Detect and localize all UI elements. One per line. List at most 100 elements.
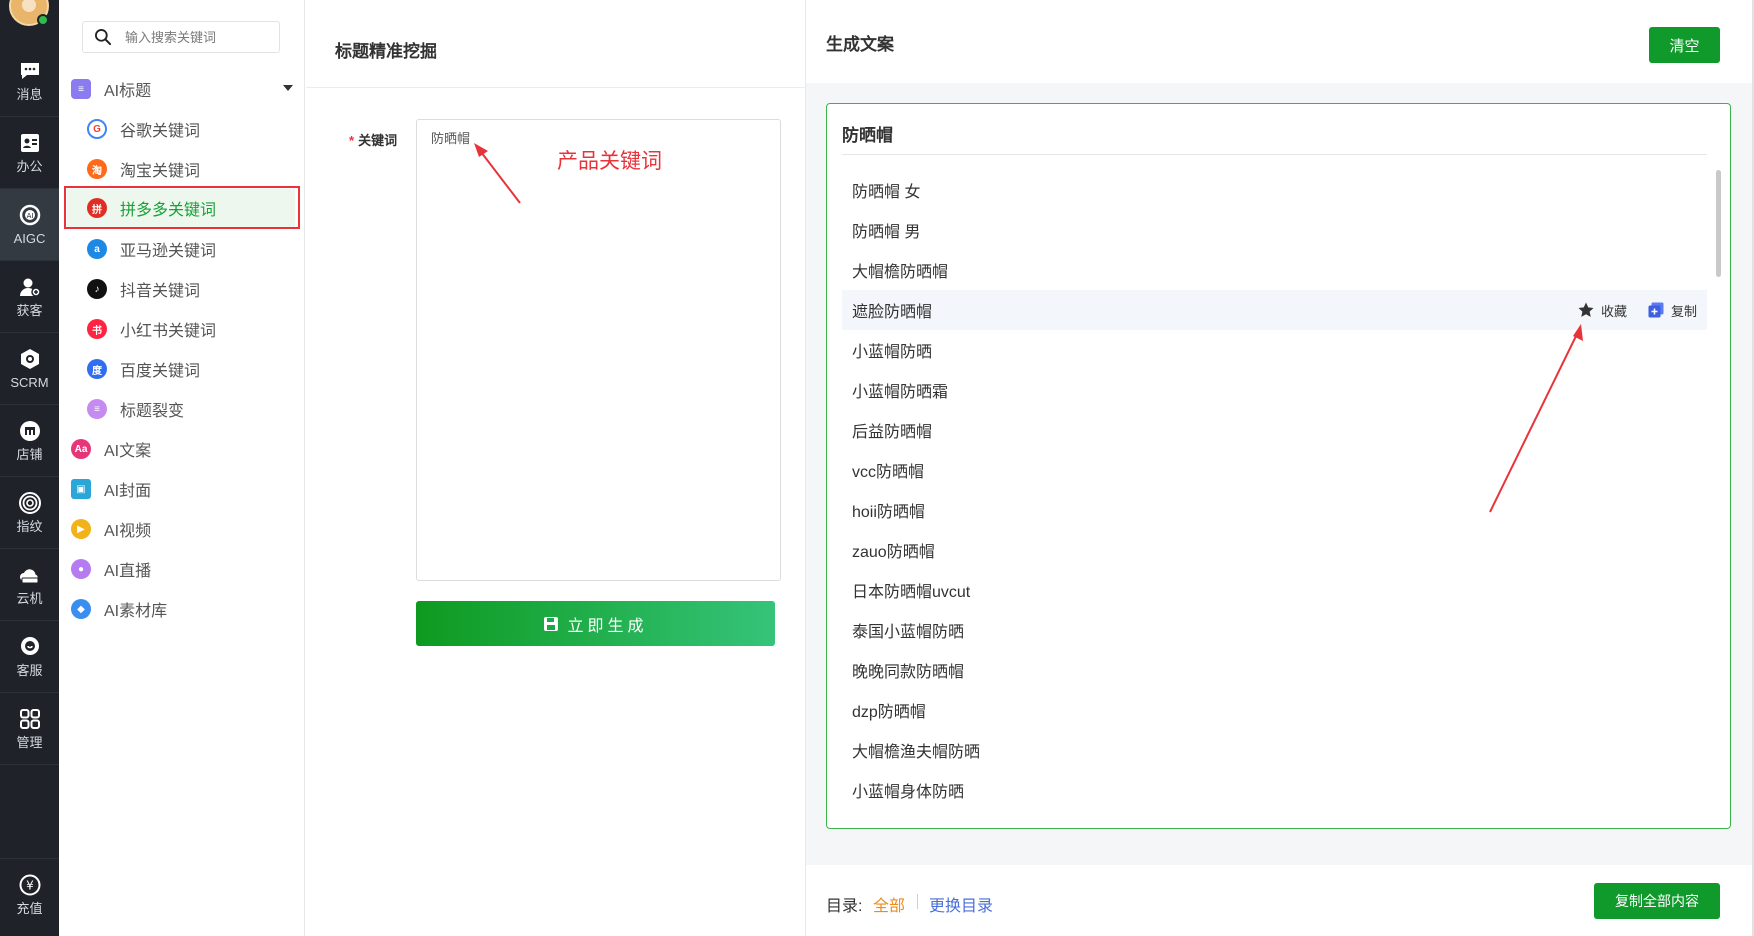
scrm-icon bbox=[20, 349, 39, 369]
result-row[interactable]: 遮脸防晒帽 收藏 复制 bbox=[842, 290, 1707, 330]
result-text: ... bbox=[852, 821, 865, 822]
rail-item-shop[interactable]: 店铺 bbox=[0, 405, 59, 477]
result-row[interactable]: 防晒帽 男 bbox=[842, 210, 1707, 250]
favorite-label: 收藏 bbox=[1600, 303, 1627, 319]
menu-taobao-keywords[interactable]: 淘 淘宝关键词 bbox=[59, 150, 305, 188]
rail-label: 办公 bbox=[16, 159, 43, 174]
result-row[interactable]: 泰国小蓝帽防晒 bbox=[842, 610, 1707, 650]
rail-label: SCRM bbox=[10, 375, 49, 390]
result-text: 遮脸防晒帽 bbox=[852, 304, 933, 321]
result-row[interactable]: ... bbox=[842, 810, 1707, 822]
result-text: 小蓝帽身体防晒 bbox=[852, 784, 965, 801]
menu-ai-live[interactable]: ● AI直播 bbox=[59, 550, 871, 588]
menu-google-keywords[interactable]: G 谷歌关键词 bbox=[59, 110, 305, 148]
result-row[interactable]: 日本防晒帽uvcut bbox=[842, 570, 1707, 610]
menu-xiaohongshu-keywords[interactable]: 书 小红书关键词 bbox=[59, 310, 305, 348]
keyword-mining-panel: 标题精准挖掘 * 关键词 防晒帽 立即生成 bbox=[306, 0, 806, 936]
rail-item-message[interactable]: 消息 bbox=[0, 45, 59, 117]
scrollbar[interactable] bbox=[1716, 170, 1721, 277]
copy-icon bbox=[1648, 302, 1664, 318]
rail-label: 获客 bbox=[16, 303, 43, 318]
menu-ai-title[interactable]: ≡ AI标题 bbox=[59, 70, 305, 108]
rail-item-acquire[interactable]: 获客 bbox=[0, 261, 59, 333]
copy-label: 复制 bbox=[1670, 303, 1697, 319]
copy-button[interactable]: 复制 bbox=[1647, 301, 1697, 320]
menu-label: AI文案 bbox=[104, 443, 152, 460]
card-divider bbox=[842, 154, 1707, 155]
chevron-down-icon bbox=[283, 85, 293, 91]
rail-item-scrm[interactable]: SCRM bbox=[0, 333, 59, 405]
menu-ai-video[interactable]: ▶ AI视频 bbox=[59, 510, 871, 548]
result-card: 防晒帽 防晒帽 女防晒帽 男大帽檐防晒帽 遮脸防晒帽 收藏 复制 小蓝帽防晒 小蓝帽防晒霜… bbox=[826, 103, 1731, 829]
rail-label: 云机 bbox=[16, 591, 43, 606]
rail-item-aigc[interactable]: AI AIGC bbox=[0, 189, 59, 261]
result-text: zauo防晒帽 bbox=[852, 544, 935, 561]
annotation-highlight-box bbox=[64, 186, 300, 229]
row-actions: 收藏 复制 bbox=[1557, 290, 1697, 330]
search-box[interactable] bbox=[82, 21, 280, 53]
svg-text:AI: AI bbox=[26, 212, 33, 220]
recharge-icon: ¥ bbox=[19, 874, 40, 896]
menu-baidu-keywords[interactable]: 度 百度关键词 bbox=[59, 350, 305, 388]
menu-ai-material[interactable]: ◆ AI素材库 bbox=[59, 590, 871, 628]
rail-label: AIGC bbox=[13, 231, 46, 246]
clear-button[interactable]: 清空 bbox=[1649, 27, 1720, 63]
result-text: 小蓝帽防晒霜 bbox=[852, 384, 949, 401]
directory-all-link[interactable]: 全部 bbox=[873, 892, 905, 916]
rail-item-manage[interactable]: 管理 bbox=[0, 693, 59, 765]
result-text: 防晒帽 女 bbox=[852, 184, 921, 201]
result-row[interactable]: vcc防晒帽 bbox=[842, 450, 1707, 490]
generate-label: 立即生成 bbox=[567, 617, 648, 635]
separator bbox=[917, 894, 918, 909]
xiaohongshu-icon: 书 bbox=[87, 319, 107, 339]
menu-ai-cover[interactable]: ▣ AI封面 bbox=[59, 470, 871, 508]
result-row[interactable]: 小蓝帽身体防晒 bbox=[842, 770, 1707, 810]
change-directory-link[interactable]: 更换目录 bbox=[929, 892, 993, 916]
menu-ai-copywriting[interactable]: Aa AI文案 bbox=[59, 430, 871, 468]
result-row[interactable]: 大帽檐渔夫帽防晒 bbox=[842, 730, 1707, 770]
directory-label: 目录: bbox=[826, 898, 863, 915]
service-icon bbox=[20, 637, 39, 655]
result-row[interactable]: 小蓝帽防晒霜 bbox=[842, 370, 1707, 410]
result-row[interactable]: 大帽檐防晒帽 bbox=[842, 250, 1707, 290]
result-row[interactable]: 小蓝帽防晒 bbox=[842, 330, 1707, 370]
copy-all-button[interactable]: 复制全部内容 bbox=[1594, 883, 1720, 919]
douyin-icon: ♪ bbox=[87, 279, 107, 299]
amazon-icon: a bbox=[87, 239, 107, 259]
menu-label: 亚马逊关键词 bbox=[120, 243, 217, 260]
search-input[interactable] bbox=[125, 29, 265, 45]
result-row[interactable]: zauo防晒帽 bbox=[842, 530, 1707, 570]
rail-label: 店铺 bbox=[16, 447, 43, 462]
rail-item-recharge[interactable]: ¥ 充值 bbox=[0, 858, 59, 930]
keyword-label-text: 关键词 bbox=[358, 133, 398, 148]
result-row[interactable]: dzp防晒帽 bbox=[842, 690, 1707, 730]
cloud-phone-icon bbox=[19, 569, 38, 584]
menu-label: 标题裂变 bbox=[120, 403, 185, 420]
rail-label: 指纹 bbox=[16, 519, 43, 534]
menu-label: AI标题 bbox=[104, 83, 152, 100]
rail-label: 客服 bbox=[16, 663, 43, 678]
ai-copywriting-icon: Aa bbox=[71, 439, 91, 459]
result-row[interactable]: 后益防晒帽 bbox=[842, 410, 1707, 450]
menu-label: AI直播 bbox=[104, 563, 152, 580]
result-row[interactable]: 防晒帽 女 bbox=[842, 170, 1707, 210]
generate-button[interactable]: 立即生成 bbox=[416, 601, 775, 646]
menu-douyin-keywords[interactable]: ♪ 抖音关键词 bbox=[59, 270, 305, 308]
result-row[interactable]: hoii防晒帽 bbox=[842, 490, 1707, 530]
menu-title-fission[interactable]: ≡ 标题裂变 bbox=[59, 390, 305, 428]
result-text: vcc防晒帽 bbox=[852, 464, 925, 481]
result-header bbox=[806, 0, 1754, 83]
result-footer: 目录: 全部 更换目录 复制全部内容 bbox=[806, 865, 1754, 936]
office-icon bbox=[20, 134, 39, 152]
rail-item-fingerprint[interactable]: 指纹 bbox=[0, 477, 59, 549]
rail-label: 消息 bbox=[16, 87, 43, 102]
rail-item-service[interactable]: 客服 bbox=[0, 621, 59, 693]
rail-item-office[interactable]: 办公 bbox=[0, 117, 59, 189]
favorite-button[interactable]: 收藏 bbox=[1577, 301, 1627, 320]
rail-item-cloud-phone[interactable]: 云机 bbox=[0, 549, 59, 621]
result-row[interactable]: 晚晚同款防晒帽 bbox=[842, 650, 1707, 690]
save-icon bbox=[544, 616, 559, 631]
keyword-textarea[interactable]: 防晒帽 bbox=[416, 119, 781, 581]
menu-panel: ≡ AI标题 G 谷歌关键词 淘 淘宝关键词 拼 拼多多关键词 a 亚马逊关键词… bbox=[59, 0, 871, 936]
menu-amazon-keywords[interactable]: a 亚马逊关键词 bbox=[59, 230, 305, 268]
